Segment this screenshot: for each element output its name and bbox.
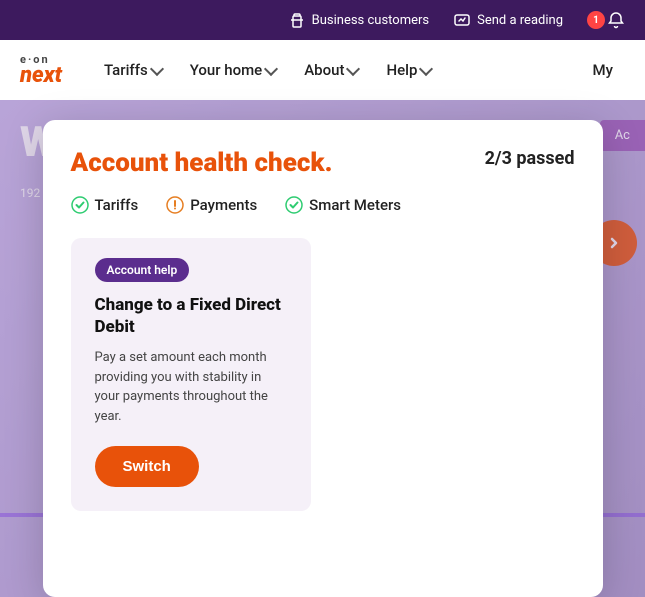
card-badge: Account help: [95, 258, 190, 282]
help-chevron-icon: [419, 61, 433, 75]
briefcase-icon: [288, 11, 306, 29]
check-tariffs-label: Tariffs: [95, 196, 139, 214]
modal-title: Account health check.: [71, 148, 333, 178]
about-chevron-icon: [346, 61, 360, 75]
check-smart-meters: Smart Meters: [285, 196, 401, 214]
main-nav: e·on next Tariffs Your home About Help M…: [0, 40, 645, 100]
nav-my-label: My: [593, 61, 613, 79]
logo-next-text: next: [20, 65, 62, 87]
card-description: Pay a set amount each month providing yo…: [95, 348, 287, 426]
check-payments-label: Payments: [190, 196, 257, 214]
nav-tariffs-label: Tariffs: [104, 61, 148, 79]
nav-help[interactable]: Help: [374, 53, 443, 87]
send-reading-link[interactable]: Send a reading: [453, 11, 563, 29]
nav-items: Tariffs Your home About Help: [92, 53, 581, 87]
card-title: Change to a Fixed Direct Debit: [95, 294, 287, 338]
check-payments-icon: [166, 196, 184, 214]
modal-overlay: Account health check. 2/3 passed Tariffs…: [0, 100, 645, 597]
account-help-card: Account help Change to a Fixed Direct De…: [71, 238, 311, 511]
check-tariffs: Tariffs: [71, 196, 139, 214]
check-smart-meters-label: Smart Meters: [309, 196, 401, 214]
notification-bell[interactable]: 1: [587, 11, 625, 29]
nav-my[interactable]: My: [581, 53, 625, 87]
nav-your-home-label: Your home: [190, 61, 263, 79]
tariffs-chevron-icon: [150, 61, 164, 75]
nav-about[interactable]: About: [292, 53, 370, 87]
business-customers-label: Business customers: [312, 13, 429, 28]
switch-button[interactable]: Switch: [95, 446, 199, 487]
nav-tariffs[interactable]: Tariffs: [92, 53, 174, 87]
send-reading-label: Send a reading: [477, 13, 563, 28]
nav-about-label: About: [304, 61, 344, 79]
check-smart-meters-icon: [285, 196, 303, 214]
bell-icon: [607, 11, 625, 29]
meter-icon: [453, 11, 471, 29]
modal-score: 2/3 passed: [485, 148, 575, 169]
nav-your-home[interactable]: Your home: [178, 53, 289, 87]
notification-count: 1: [587, 11, 605, 29]
modal-header: Account health check. 2/3 passed: [71, 148, 575, 178]
logo[interactable]: e·on next: [20, 54, 62, 87]
business-customers-link[interactable]: Business customers: [288, 11, 429, 29]
top-bar: Business customers Send a reading 1: [0, 0, 645, 40]
health-check-modal: Account health check. 2/3 passed Tariffs…: [43, 120, 603, 597]
check-tariffs-icon: [71, 196, 89, 214]
nav-help-label: Help: [386, 61, 417, 79]
modal-checks: Tariffs Payments Smart Meters: [71, 196, 575, 214]
check-payments: Payments: [166, 196, 257, 214]
your-home-chevron-icon: [264, 61, 278, 75]
